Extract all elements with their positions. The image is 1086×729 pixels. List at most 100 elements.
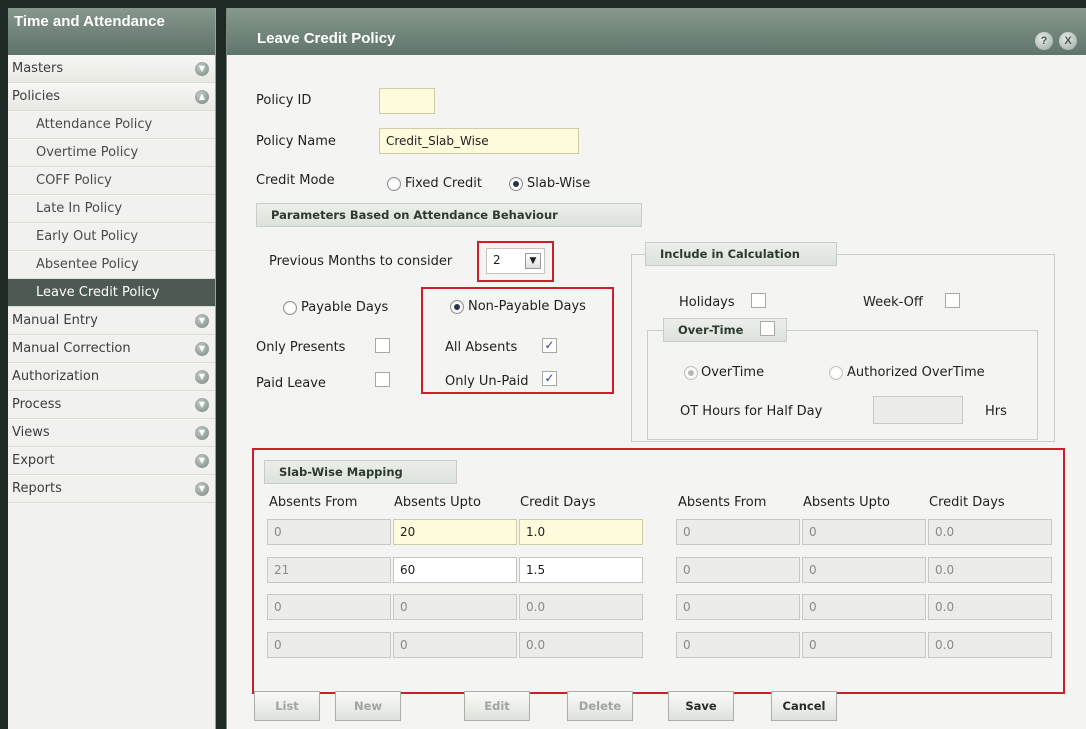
only-presents-label: Only Presents <box>256 340 346 355</box>
sidebar-item-policies[interactable]: Policies ▲ <box>8 83 215 111</box>
sidebar-subitem-absentee-policy[interactable]: Absentee Policy <box>8 251 215 279</box>
sidebar-item-manual-correction[interactable]: Manual Correction ▼ <box>8 335 215 363</box>
overtime-radio[interactable] <box>684 366 698 380</box>
help-icon[interactable]: ? <box>1035 32 1053 50</box>
slab-left-row-1-credit[interactable]: 1.0 <box>519 519 643 545</box>
panel-titlebar: Leave Credit Policy ? X <box>227 8 1086 55</box>
non-payable-days-label: Non-Payable Days <box>468 299 586 314</box>
non-payable-days-radio[interactable] <box>450 300 464 314</box>
delete-button[interactable]: Delete <box>567 691 633 721</box>
sidebar-subitem-late-in-policy[interactable]: Late In Policy <box>8 195 215 223</box>
dropdown-arrow-icon[interactable]: ▼ <box>525 253 541 269</box>
new-button[interactable]: New <box>335 691 401 721</box>
overtime-label: OverTime <box>701 365 765 380</box>
slab-left-row-2-credit[interactable]: 1.5 <box>519 557 643 583</box>
slab-left-row-1-upto[interactable]: 20 <box>393 519 517 545</box>
edit-button[interactable]: Edit <box>464 691 530 721</box>
slab-left-row-1-from[interactable]: 0 <box>267 519 391 545</box>
payable-days-radio[interactable] <box>283 301 297 315</box>
policy-id-input[interactable] <box>379 88 435 114</box>
save-button[interactable]: Save <box>668 691 734 721</box>
sidebar-subitem-leave-credit-policy[interactable]: Leave Credit Policy <box>8 279 215 307</box>
slab-right-row-3-from[interactable]: 0 <box>676 594 800 620</box>
overtime-header-label: Over-Time <box>678 323 744 337</box>
prev-months-value: 2 <box>493 253 501 267</box>
all-absents-label: All Absents <box>445 340 518 355</box>
overtime-checkbox[interactable] <box>760 321 775 336</box>
col-absents-from-right: Absents From <box>678 495 767 510</box>
policy-name-input[interactable]: Credit_Slab_Wise <box>379 128 579 154</box>
sidebar: Time and Attendance Masters ▼ Policies ▲… <box>8 8 216 729</box>
col-credit-days-right: Credit Days <box>929 495 1005 510</box>
sidebar-item-authorization[interactable]: Authorization ▼ <box>8 363 215 391</box>
chevron-down-icon: ▼ <box>195 453 209 468</box>
ot-half-day-label: OT Hours for Half Day <box>680 404 823 419</box>
ot-half-day-input[interactable] <box>873 396 963 424</box>
list-button[interactable]: List <box>254 691 320 721</box>
only-unpaid-label: Only Un-Paid <box>445 374 529 389</box>
authorized-overtime-label: Authorized OverTime <box>847 365 985 380</box>
chevron-down-icon: ▼ <box>195 61 209 76</box>
sidebar-subitem-coff-policy[interactable]: COFF Policy <box>8 167 215 195</box>
slab-left-row-3-credit[interactable]: 0.0 <box>519 594 643 620</box>
slab-right-row-1-from[interactable]: 0 <box>676 519 800 545</box>
slab-left-row-4-upto[interactable]: 0 <box>393 632 517 658</box>
slab-left-row-3-from[interactable]: 0 <box>267 594 391 620</box>
sidebar-item-reports[interactable]: Reports ▼ <box>8 475 215 503</box>
slab-left-row-2-from[interactable]: 21 <box>267 557 391 583</box>
sidebar-item-process[interactable]: Process ▼ <box>8 391 215 419</box>
slab-left-row-2-upto[interactable]: 60 <box>393 557 517 583</box>
week-off-checkbox[interactable] <box>945 293 960 308</box>
chevron-down-icon: ▼ <box>195 369 209 384</box>
slab-right-row-4-from[interactable]: 0 <box>676 632 800 658</box>
slab-right-row-4-credit[interactable]: 0.0 <box>928 632 1052 658</box>
sidebar-item-views[interactable]: Views ▼ <box>8 419 215 447</box>
slab-mapping-header: Slab-Wise Mapping <box>264 460 457 484</box>
col-absents-from: Absents From <box>269 495 358 510</box>
sidebar-item-manual-entry[interactable]: Manual Entry ▼ <box>8 307 215 335</box>
slab-right-row-3-credit[interactable]: 0.0 <box>928 594 1052 620</box>
overtime-group <box>647 330 1038 440</box>
slab-right-row-2-from[interactable]: 0 <box>676 557 800 583</box>
parameters-section-header: Parameters Based on Attendance Behaviour <box>256 203 642 227</box>
col-absents-upto-right: Absents Upto <box>803 495 890 510</box>
slab-right-row-1-credit[interactable]: 0.0 <box>928 519 1052 545</box>
slab-left-row-4-from[interactable]: 0 <box>267 632 391 658</box>
chevron-down-icon: ▼ <box>195 313 209 328</box>
payable-days-label: Payable Days <box>301 300 389 315</box>
policy-id-label: Policy ID <box>256 93 312 108</box>
slab-left-row-4-credit[interactable]: 0.0 <box>519 632 643 658</box>
sidebar-subitem-early-out-policy[interactable]: Early Out Policy <box>8 223 215 251</box>
include-in-calculation-header: Include in Calculation <box>645 242 837 266</box>
only-presents-checkbox[interactable] <box>375 338 390 353</box>
slab-right-row-1-upto[interactable]: 0 <box>802 519 926 545</box>
main-panel: Leave Credit Policy ? X Policy ID Policy… <box>226 8 1086 729</box>
slab-wise-radio[interactable] <box>509 177 523 191</box>
cancel-button[interactable]: Cancel <box>771 691 837 721</box>
sidebar-item-label: Masters <box>12 61 64 76</box>
sidebar-item-masters[interactable]: Masters ▼ <box>8 55 215 83</box>
sidebar-subitem-overtime-policy[interactable]: Overtime Policy <box>8 139 215 167</box>
col-credit-days: Credit Days <box>520 495 596 510</box>
sidebar-item-label: Views <box>12 425 50 440</box>
slab-right-row-3-upto[interactable]: 0 <box>802 594 926 620</box>
slab-right-row-2-credit[interactable]: 0.0 <box>928 557 1052 583</box>
only-unpaid-checkbox[interactable]: ✓ <box>542 371 557 386</box>
all-absents-checkbox[interactable]: ✓ <box>542 338 557 353</box>
sidebar-item-label: Reports <box>12 481 62 496</box>
sidebar-item-label: Policies <box>12 89 61 104</box>
hrs-label: Hrs <box>985 404 1007 419</box>
fixed-credit-radio[interactable] <box>387 177 401 191</box>
authorized-overtime-radio[interactable] <box>829 366 843 380</box>
slab-right-row-2-upto[interactable]: 0 <box>802 557 926 583</box>
sidebar-item-export[interactable]: Export ▼ <box>8 447 215 475</box>
holidays-checkbox[interactable] <box>751 293 766 308</box>
slab-right-row-4-upto[interactable]: 0 <box>802 632 926 658</box>
sidebar-item-label: Authorization <box>12 369 100 384</box>
sidebar-subitem-attendance-policy[interactable]: Attendance Policy <box>8 111 215 139</box>
chevron-up-icon: ▲ <box>195 89 209 104</box>
paid-leave-checkbox[interactable] <box>375 372 390 387</box>
slab-left-row-3-upto[interactable]: 0 <box>393 594 517 620</box>
prev-months-select[interactable]: 2 ▼ <box>486 248 545 274</box>
close-icon[interactable]: X <box>1059 32 1077 50</box>
